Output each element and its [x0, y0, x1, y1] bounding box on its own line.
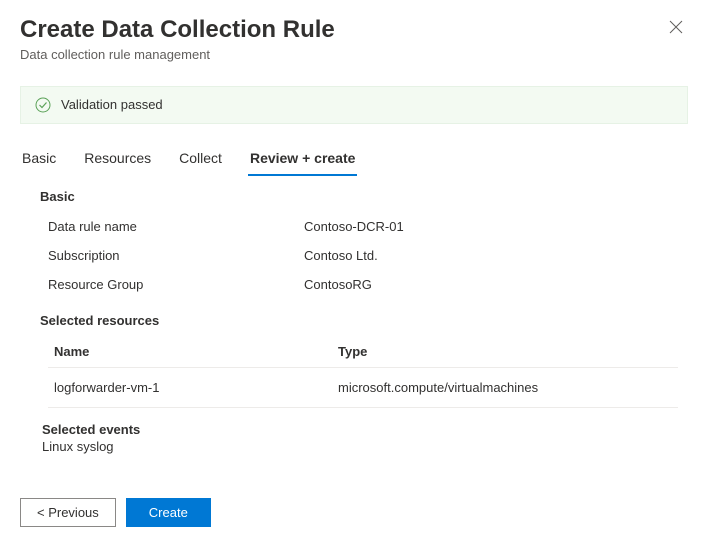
events-value: Linux syslog: [42, 439, 688, 454]
footer-actions: < Previous Create: [0, 486, 708, 545]
previous-button[interactable]: < Previous: [20, 498, 116, 527]
basic-row: Data rule name Contoso-DCR-01: [42, 212, 688, 241]
table-row: logforwarder-vm-1 microsoft.compute/virt…: [48, 368, 678, 408]
basic-key-resource-group: Resource Group: [42, 277, 304, 292]
basic-key-subscription: Subscription: [42, 248, 304, 263]
basic-val-data-rule-name: Contoso-DCR-01: [304, 219, 404, 234]
page-title: Create Data Collection Rule: [20, 16, 688, 45]
selected-events-section: Selected events Linux syslog: [42, 422, 688, 454]
page-subtitle: Data collection rule management: [20, 47, 688, 62]
resources-col-type: Type: [338, 344, 672, 359]
create-button[interactable]: Create: [126, 498, 211, 527]
resource-name: logforwarder-vm-1: [54, 380, 338, 395]
resources-table-header: Name Type: [48, 336, 678, 368]
close-button[interactable]: [664, 16, 688, 40]
tab-collect[interactable]: Collect: [177, 144, 224, 176]
basic-row: Resource Group ContosoRG: [42, 270, 688, 299]
resources-table: Name Type logforwarder-vm-1 microsoft.co…: [48, 336, 678, 408]
validation-banner: Validation passed: [20, 86, 688, 124]
basic-row: Subscription Contoso Ltd.: [42, 241, 688, 270]
resources-col-name: Name: [54, 344, 338, 359]
review-content: Basic Data rule name Contoso-DCR-01 Subs…: [0, 177, 708, 454]
tab-strip: Basic Resources Collect Review + create: [0, 124, 708, 177]
validation-message: Validation passed: [61, 97, 163, 112]
panel-header: Create Data Collection Rule Data collect…: [0, 0, 708, 74]
tab-resources[interactable]: Resources: [82, 144, 153, 176]
check-circle-icon: [35, 97, 51, 113]
basic-val-subscription: Contoso Ltd.: [304, 248, 378, 263]
resource-type: microsoft.compute/virtualmachines: [338, 380, 672, 395]
section-heading-events: Selected events: [42, 422, 688, 437]
basic-val-resource-group: ContosoRG: [304, 277, 372, 292]
section-heading-basic: Basic: [40, 189, 688, 204]
section-heading-resources: Selected resources: [40, 313, 688, 328]
basic-key-data-rule-name: Data rule name: [42, 219, 304, 234]
close-icon: [669, 20, 683, 37]
tab-review-create[interactable]: Review + create: [248, 144, 357, 176]
tab-basic[interactable]: Basic: [20, 144, 58, 176]
